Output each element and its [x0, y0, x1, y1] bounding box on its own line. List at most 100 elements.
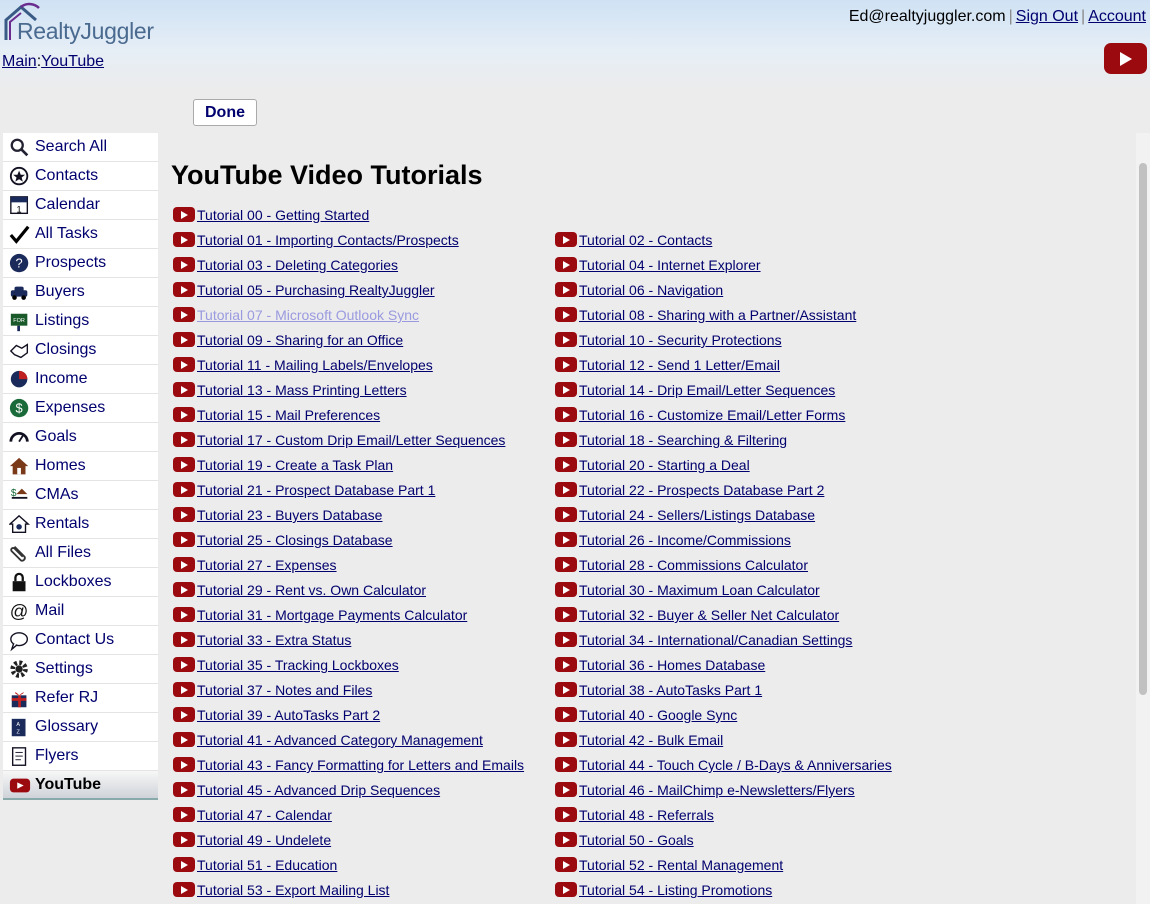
sidebar-item-lockboxes[interactable]: Lockboxes [3, 568, 158, 597]
youtube-icon[interactable] [173, 332, 195, 347]
tutorial-item[interactable]: Tutorial 25 - Closings Database [173, 532, 393, 552]
youtube-icon[interactable] [555, 732, 577, 747]
youtube-icon[interactable] [173, 282, 195, 297]
sidebar-item-listings[interactable]: FOR Listings [3, 307, 158, 336]
tutorial-link[interactable]: Tutorial 35 - Tracking Lockboxes [197, 657, 399, 673]
youtube-icon[interactable] [555, 882, 577, 897]
tutorial-link[interactable]: Tutorial 54 - Listing Promotions [579, 882, 772, 898]
tutorial-item[interactable]: Tutorial 35 - Tracking Lockboxes [173, 657, 399, 677]
youtube-icon[interactable] [555, 232, 577, 247]
youtube-icon[interactable] [555, 507, 577, 522]
tutorial-item[interactable]: Tutorial 50 - Goals [555, 832, 694, 852]
tutorial-link[interactable]: Tutorial 04 - Internet Explorer [579, 257, 761, 273]
tutorial-item[interactable]: Tutorial 37 - Notes and Files [173, 682, 372, 702]
tutorial-item[interactable]: Tutorial 40 - Google Sync [555, 707, 737, 727]
tutorial-item[interactable]: Tutorial 17 - Custom Drip Email/Letter S… [173, 432, 505, 452]
youtube-icon[interactable] [173, 557, 195, 572]
tutorial-item[interactable]: Tutorial 34 - International/Canadian Set… [555, 632, 852, 652]
sidebar-item-goals[interactable]: Goals [3, 423, 158, 452]
youtube-icon[interactable] [173, 832, 195, 847]
tutorial-item[interactable]: Tutorial 04 - Internet Explorer [555, 257, 761, 277]
youtube-icon[interactable] [555, 382, 577, 397]
tutorial-link[interactable]: Tutorial 27 - Expenses [197, 557, 337, 573]
tutorial-link[interactable]: Tutorial 20 - Starting a Deal [579, 457, 750, 473]
tutorial-link[interactable]: Tutorial 31 - Mortgage Payments Calculat… [197, 607, 467, 623]
youtube-icon[interactable] [555, 832, 577, 847]
youtube-icon[interactable] [173, 882, 195, 897]
sidebar-item-prospects[interactable]: ? Prospects [3, 249, 158, 278]
realtyjuggler-logo[interactable]: RealtyJuggler [3, 2, 193, 44]
youtube-icon[interactable] [1104, 43, 1147, 74]
tutorial-link[interactable]: Tutorial 11 - Mailing Labels/Envelopes [197, 357, 433, 373]
tutorial-link[interactable]: Tutorial 08 - Sharing with a Partner/Ass… [579, 307, 856, 323]
sidebar-item-settings[interactable]: Settings [3, 655, 158, 684]
tutorial-item[interactable]: Tutorial 08 - Sharing with a Partner/Ass… [555, 307, 856, 327]
tutorial-item[interactable]: Tutorial 33 - Extra Status [173, 632, 351, 652]
youtube-icon[interactable] [555, 557, 577, 572]
tutorial-link[interactable]: Tutorial 23 - Buyers Database [197, 507, 382, 523]
tutorial-link[interactable]: Tutorial 05 - Purchasing RealtyJuggler [197, 282, 435, 298]
tutorial-link[interactable]: Tutorial 18 - Searching & Filtering [579, 432, 787, 448]
tutorial-item[interactable]: Tutorial 03 - Deleting Categories [173, 257, 398, 277]
tutorial-link[interactable]: Tutorial 06 - Navigation [579, 282, 723, 298]
tutorial-item[interactable]: Tutorial 20 - Starting a Deal [555, 457, 750, 477]
tutorial-link[interactable]: Tutorial 38 - AutoTasks Part 1 [579, 682, 762, 698]
tutorial-item[interactable]: Tutorial 24 - Sellers/Listings Database [555, 507, 815, 527]
tutorial-link[interactable]: Tutorial 49 - Undelete [197, 832, 331, 848]
tutorial-item[interactable]: Tutorial 41 - Advanced Category Manageme… [173, 732, 483, 752]
tutorial-item[interactable]: Tutorial 00 - Getting Started [173, 207, 369, 227]
tutorial-link[interactable]: Tutorial 45 - Advanced Drip Sequences [197, 782, 440, 798]
youtube-icon[interactable] [173, 382, 195, 397]
tutorial-item[interactable]: Tutorial 43 - Fancy Formatting for Lette… [173, 757, 524, 777]
tutorial-item[interactable]: Tutorial 01 - Importing Contacts/Prospec… [173, 232, 459, 252]
tutorial-link[interactable]: Tutorial 37 - Notes and Files [197, 682, 372, 698]
youtube-icon[interactable] [555, 632, 577, 647]
tutorial-link[interactable]: Tutorial 16 - Customize Email/Letter For… [579, 407, 845, 423]
sidebar-item-contacts[interactable]: Contacts [3, 162, 158, 191]
tutorial-item[interactable]: Tutorial 53 - Export Mailing List [173, 882, 389, 902]
tutorial-item[interactable]: Tutorial 45 - Advanced Drip Sequences [173, 782, 440, 802]
sidebar-item-refer-rj[interactable]: Refer RJ [3, 684, 158, 713]
youtube-icon[interactable] [173, 757, 195, 772]
tutorial-link[interactable]: Tutorial 26 - Income/Commissions [579, 532, 791, 548]
youtube-icon[interactable] [555, 282, 577, 297]
youtube-icon[interactable] [173, 682, 195, 697]
breadcrumb-main-link[interactable]: Main [2, 53, 37, 70]
youtube-icon[interactable] [173, 507, 195, 522]
youtube-icon[interactable] [173, 807, 195, 822]
youtube-icon[interactable] [555, 432, 577, 447]
tutorial-item[interactable]: Tutorial 09 - Sharing for an Office [173, 332, 403, 352]
tutorial-item[interactable]: Tutorial 15 - Mail Preferences [173, 407, 380, 427]
youtube-icon[interactable] [555, 707, 577, 722]
youtube-icon[interactable] [555, 682, 577, 697]
youtube-icon[interactable] [173, 732, 195, 747]
youtube-icon[interactable] [555, 307, 577, 322]
tutorial-link[interactable]: Tutorial 10 - Security Protections [579, 332, 782, 348]
tutorial-item[interactable]: Tutorial 19 - Create a Task Plan [173, 457, 393, 477]
tutorial-link[interactable]: Tutorial 51 - Education [197, 857, 337, 873]
tutorial-item[interactable]: Tutorial 38 - AutoTasks Part 1 [555, 682, 762, 702]
tutorial-item[interactable]: Tutorial 52 - Rental Management [555, 857, 783, 877]
tutorial-link[interactable]: Tutorial 21 - Prospect Database Part 1 [197, 482, 435, 498]
youtube-icon[interactable] [555, 457, 577, 472]
sidebar-item-calendar[interactable]: 1 Calendar [3, 191, 158, 220]
sidebar-item-closings[interactable]: Closings [3, 336, 158, 365]
tutorial-link[interactable]: Tutorial 43 - Fancy Formatting for Lette… [197, 757, 524, 773]
sidebar-item-youtube[interactable]: YouTube [3, 771, 158, 800]
tutorial-item[interactable]: Tutorial 23 - Buyers Database [173, 507, 382, 527]
tutorial-link[interactable]: Tutorial 34 - International/Canadian Set… [579, 632, 852, 648]
tutorial-item[interactable]: Tutorial 16 - Customize Email/Letter For… [555, 407, 845, 427]
youtube-icon[interactable] [555, 782, 577, 797]
tutorial-link[interactable]: Tutorial 46 - MailChimp e-Newsletters/Fl… [579, 782, 855, 798]
tutorial-link[interactable]: Tutorial 33 - Extra Status [197, 632, 351, 648]
sidebar-item-buyers[interactable]: Buyers [3, 278, 158, 307]
youtube-icon[interactable] [173, 432, 195, 447]
youtube-icon[interactable] [173, 307, 195, 322]
tutorial-item[interactable]: Tutorial 42 - Bulk Email [555, 732, 723, 752]
account-link[interactable]: Account [1088, 8, 1146, 25]
sidebar-item-rentals[interactable]: Rentals [3, 510, 158, 539]
youtube-icon[interactable] [173, 232, 195, 247]
sidebar-item-all-files[interactable]: All Files [3, 539, 158, 568]
tutorial-item[interactable]: Tutorial 48 - Referrals [555, 807, 714, 827]
tutorial-item[interactable]: Tutorial 27 - Expenses [173, 557, 337, 577]
